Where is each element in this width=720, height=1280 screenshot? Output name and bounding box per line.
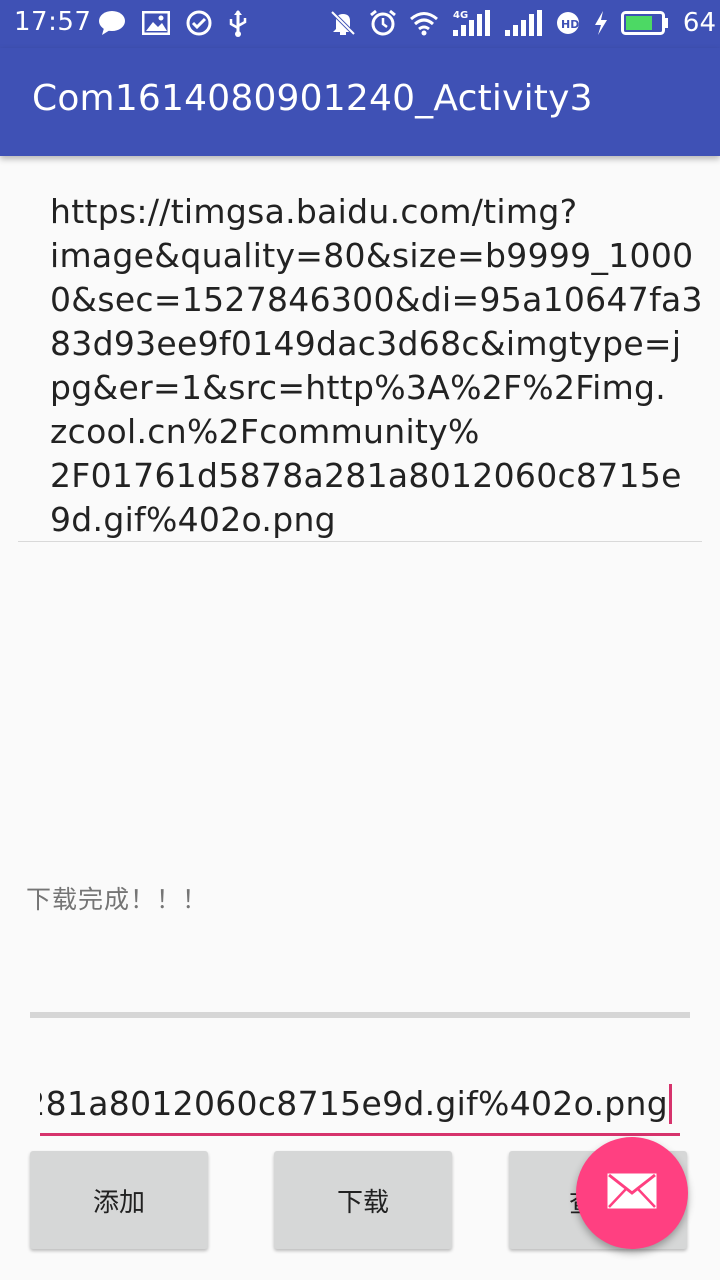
download-button[interactable]: 下载 bbox=[274, 1151, 452, 1249]
divider bbox=[18, 541, 702, 542]
usb-icon bbox=[228, 9, 248, 37]
wifi-icon bbox=[409, 10, 439, 36]
image-icon bbox=[142, 11, 170, 35]
status-bar: 17:57 4G HD 64 bbox=[0, 0, 720, 48]
add-button-label: 添加 bbox=[92, 1187, 145, 1218]
check-circle-icon bbox=[186, 10, 212, 36]
network-label: 4G bbox=[453, 10, 468, 21]
progress-fill bbox=[30, 1012, 690, 1018]
download-status-text: 下载完成！！！ bbox=[26, 885, 209, 914]
add-button[interactable]: 添加 bbox=[30, 1151, 208, 1249]
status-time: 17:57 bbox=[14, 7, 92, 37]
url-line: 83d93ee9f0149dac3d68c&imgtype=j bbox=[50, 324, 682, 363]
download-progress-bar bbox=[30, 1012, 690, 1018]
svg-text:HD: HD bbox=[561, 18, 579, 31]
url-line: 2F01761d5878a281a8012060c8715e bbox=[50, 456, 682, 495]
url-line: https://timgsa.baidu.com/timg? bbox=[50, 192, 578, 231]
download-button-label: 下载 bbox=[336, 1187, 389, 1218]
mail-icon bbox=[606, 1172, 658, 1214]
hd-icon: HD bbox=[555, 10, 581, 36]
url-text: https://timgsa.baidu.com/timg? image&qua… bbox=[50, 190, 703, 542]
url-line: 0&sec=1527846300&di=95a10647fa3 bbox=[50, 280, 703, 319]
mail-fab[interactable] bbox=[576, 1137, 688, 1249]
signal-4g-icon: 4G bbox=[451, 8, 491, 38]
signal-icon bbox=[503, 8, 543, 38]
app-title: Com1614080901240_Activity3 bbox=[32, 78, 593, 119]
url-line: pg&er=1&src=http%3A%2F%2Fimg. bbox=[50, 368, 667, 407]
text-caret bbox=[669, 1084, 672, 1124]
url-input[interactable]: a281a8012060c8715e9d.gif%402o.png bbox=[40, 1080, 680, 1136]
charging-icon bbox=[593, 10, 609, 36]
app-bar: Com1614080901240_Activity3 bbox=[0, 48, 720, 156]
alarm-icon bbox=[369, 9, 397, 37]
chat-icon bbox=[98, 10, 126, 36]
url-line: image&quality=80&size=b9999_1000 bbox=[50, 236, 694, 275]
status-right-icons: 4G HD 64 bbox=[329, 6, 716, 40]
battery-level: 64 bbox=[682, 8, 716, 38]
mute-icon bbox=[329, 9, 357, 37]
status-left-icons bbox=[98, 8, 248, 38]
battery-icon bbox=[620, 11, 669, 35]
url-line: zcool.cn%2Fcommunity% bbox=[50, 412, 480, 451]
url-line: 9d.gif%402o.png bbox=[50, 500, 336, 539]
url-input-value: a281a8012060c8715e9d.gif%402o.png bbox=[40, 1084, 668, 1123]
